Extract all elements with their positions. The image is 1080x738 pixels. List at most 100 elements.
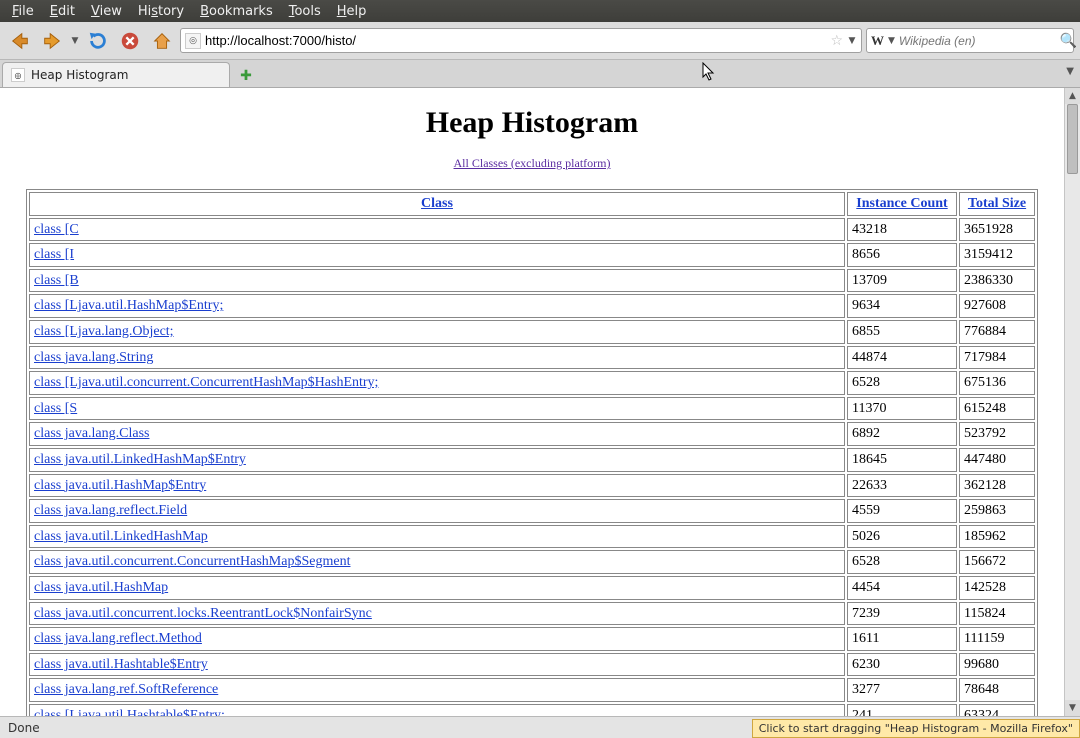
heap-table: Class Instance Count Total Size class [C… — [26, 189, 1038, 716]
class-link[interactable]: class java.lang.reflect.Field — [34, 503, 187, 518]
instance-count-cell: 5026 — [847, 525, 957, 549]
class-link[interactable]: class [Ljava.lang.Object; — [34, 324, 174, 339]
home-button[interactable] — [148, 27, 176, 55]
instance-count-cell: 1611 — [847, 627, 957, 651]
tab-bar: ◎ Heap Histogram ✚ ▼ — [0, 60, 1080, 88]
class-link[interactable]: class java.util.LinkedHashMap$Entry — [34, 452, 246, 467]
table-row: class [Ljava.util.concurrent.ConcurrentH… — [29, 371, 1035, 395]
class-link[interactable]: class java.util.HashMap$Entry — [34, 478, 206, 493]
tabs-dropdown[interactable]: ▼ — [1066, 66, 1074, 77]
back-arrow-icon — [9, 30, 31, 52]
search-engine-icon[interactable]: W — [871, 33, 884, 49]
stop-button[interactable] — [116, 27, 144, 55]
tab-title: Heap Histogram — [31, 68, 128, 82]
menu-tools[interactable]: Tools — [281, 2, 329, 21]
sort-size-header[interactable]: Total Size — [968, 196, 1026, 211]
total-size-cell: 111159 — [959, 627, 1035, 651]
back-button[interactable] — [6, 27, 34, 55]
search-input[interactable] — [899, 34, 1056, 48]
search-engine-dropdown[interactable]: ▼ — [888, 36, 895, 46]
menu-bookmarks[interactable]: Bookmarks — [192, 2, 281, 21]
table-row: class java.lang.ref.SoftReference3277786… — [29, 678, 1035, 702]
url-history-dropdown[interactable]: ▼ — [847, 36, 857, 46]
instance-count-cell: 6528 — [847, 371, 957, 395]
search-bar[interactable]: W ▼ 🔍 — [866, 28, 1074, 53]
class-link[interactable]: class java.util.concurrent.locks.Reentra… — [34, 606, 372, 621]
menu-edit[interactable]: Edit — [42, 2, 83, 21]
menubar: File Edit View History Bookmarks Tools H… — [0, 0, 1080, 22]
class-link[interactable]: class java.util.HashMap — [34, 580, 168, 595]
instance-count-cell: 4559 — [847, 499, 957, 523]
scroll-down-button[interactable]: ▼ — [1065, 700, 1080, 716]
total-size-cell: 63324 — [959, 704, 1035, 716]
instance-count-cell: 6855 — [847, 320, 957, 344]
table-row: class java.util.HashMap 4454142528 — [29, 576, 1035, 600]
table-row: class java.lang.String44874717984 — [29, 346, 1035, 370]
menu-file[interactable]: File — [4, 2, 42, 21]
class-link[interactable]: class java.lang.Class — [34, 426, 149, 441]
table-row: class java.lang.reflect.Field4559259863 — [29, 499, 1035, 523]
scroll-up-button[interactable]: ▲ — [1065, 88, 1080, 104]
scroll-thumb[interactable] — [1067, 104, 1078, 174]
url-input[interactable] — [205, 33, 826, 48]
class-link[interactable]: class [Ljava.util.Hashtable$Entry; — [34, 708, 225, 716]
table-row: class java.lang.reflect.Method 1611111159 — [29, 627, 1035, 651]
instance-count-cell: 13709 — [847, 269, 957, 293]
instance-count-cell: 44874 — [847, 346, 957, 370]
class-link[interactable]: class [B — [34, 273, 79, 288]
forward-button[interactable] — [38, 27, 66, 55]
reload-button[interactable] — [84, 27, 112, 55]
total-size-cell: 142528 — [959, 576, 1035, 600]
instance-count-cell: 4454 — [847, 576, 957, 600]
site-favicon-icon: ◎ — [185, 33, 201, 49]
menu-history[interactable]: History — [130, 2, 192, 21]
class-link[interactable]: class java.util.LinkedHashMap — [34, 529, 208, 544]
url-bar[interactable]: ◎ ☆ ▼ — [180, 28, 862, 53]
class-link[interactable]: class java.util.Hashtable$Entry — [34, 657, 208, 672]
page-content: Heap Histogram All Classes (excluding pl… — [0, 88, 1080, 716]
class-link[interactable]: class [Ljava.util.concurrent.ConcurrentH… — [34, 375, 378, 390]
table-row: class [C432183651928 — [29, 218, 1035, 242]
reload-icon — [87, 30, 109, 52]
tab-heap-histogram[interactable]: ◎ Heap Histogram — [2, 62, 230, 87]
class-link[interactable]: class [S — [34, 401, 77, 416]
menu-help[interactable]: Help — [329, 2, 375, 21]
instance-count-cell: 18645 — [847, 448, 957, 472]
class-link[interactable]: class [C — [34, 222, 79, 237]
total-size-cell: 185962 — [959, 525, 1035, 549]
sort-count-header[interactable]: Instance Count — [856, 196, 947, 211]
search-go-icon[interactable]: 🔍 — [1060, 33, 1077, 49]
stop-icon — [119, 30, 141, 52]
class-link[interactable]: class java.lang.reflect.Method — [34, 631, 202, 646]
vertical-scrollbar[interactable]: ▲ ▼ — [1064, 88, 1080, 716]
total-size-cell: 776884 — [959, 320, 1035, 344]
forward-arrow-icon — [41, 30, 63, 52]
total-size-cell: 3651928 — [959, 218, 1035, 242]
new-tab-button[interactable]: ✚ — [234, 65, 258, 87]
table-row: class java.lang.Class6892523792 — [29, 422, 1035, 446]
total-size-cell: 78648 — [959, 678, 1035, 702]
table-row: class java.util.concurrent.ConcurrentHas… — [29, 550, 1035, 574]
total-size-cell: 675136 — [959, 371, 1035, 395]
class-link[interactable]: class [I — [34, 247, 74, 262]
menu-view[interactable]: View — [83, 2, 130, 21]
table-row: class [B137092386330 — [29, 269, 1035, 293]
recent-pages-dropdown[interactable]: ▼ — [70, 36, 80, 46]
instance-count-cell: 6892 — [847, 422, 957, 446]
table-row: class java.util.LinkedHashMap$Entry 18645… — [29, 448, 1035, 472]
all-classes-link[interactable]: All Classes (excluding platform) — [454, 156, 611, 170]
sort-class-header[interactable]: Class — [421, 196, 453, 211]
class-link[interactable]: class java.util.concurrent.ConcurrentHas… — [34, 554, 350, 569]
class-link[interactable]: class java.lang.ref.SoftReference — [34, 682, 218, 697]
table-row: class java.util.Hashtable$Entry623099680 — [29, 653, 1035, 677]
table-row: class java.util.HashMap$Entry22633362128 — [29, 474, 1035, 498]
class-link[interactable]: class java.lang.String — [34, 350, 153, 365]
bookmark-star-icon[interactable]: ☆ — [830, 33, 843, 49]
total-size-cell: 99680 — [959, 653, 1035, 677]
class-link[interactable]: class [Ljava.util.HashMap$Entry; — [34, 298, 223, 313]
total-size-cell: 927608 — [959, 294, 1035, 318]
navigation-toolbar: ▼ ◎ ☆ ▼ W ▼ 🔍 — [0, 22, 1080, 60]
table-row: class [S11370615248 — [29, 397, 1035, 421]
instance-count-cell: 241 — [847, 704, 957, 716]
table-row: class [Ljava.util.HashMap$Entry;96349276… — [29, 294, 1035, 318]
